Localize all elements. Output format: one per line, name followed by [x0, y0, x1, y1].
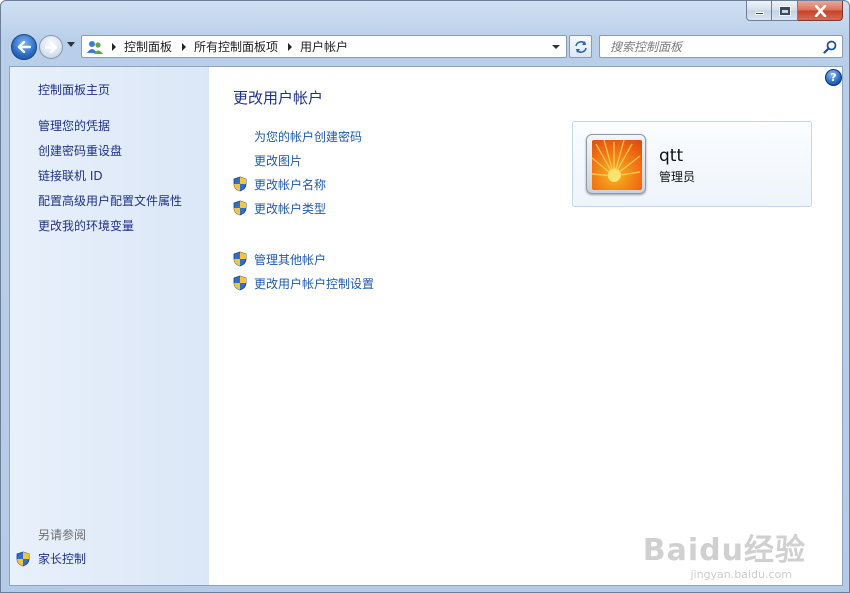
tasks-sidebar: 控制面板主页 管理您的凭据 创建密码重设盘 链接联机 ID 配置高级用户配置文件… [10, 67, 209, 585]
uac-shield-icon [233, 200, 247, 216]
flower-picture-icon [592, 140, 642, 190]
help-button[interactable]: ? [825, 69, 842, 86]
uac-shield-icon [16, 551, 30, 566]
minimize-button[interactable] [746, 1, 772, 21]
back-arrow-icon [17, 41, 31, 53]
refresh-icon [574, 40, 587, 53]
sidebar-link-parental-controls[interactable]: 家长控制 [16, 550, 86, 567]
task-create-password[interactable]: 为您的帐户创建密码 [233, 127, 362, 145]
breadcrumb-separator-icon[interactable] [112, 42, 116, 51]
account-role: 管理员 [659, 170, 696, 184]
watermark-url: jingyan.baidu.com [690, 568, 792, 581]
uac-shield-icon [233, 275, 247, 291]
breadcrumb-control-panel[interactable]: 控制面板 [124, 38, 172, 55]
task-change-account-type-label[interactable]: 更改帐户类型 [254, 200, 326, 217]
task-uac-settings[interactable]: 更改用户帐户控制设置 [233, 274, 374, 292]
maximize-button[interactable] [772, 1, 798, 21]
content-area: 控制面板主页 管理您的凭据 创建密码重设盘 链接联机 ID 配置高级用户配置文件… [9, 66, 843, 586]
task-manage-other-accounts[interactable]: 管理其他帐户 [233, 250, 326, 268]
address-bar[interactable]: 控制面板 所有控制面板项 用户帐户 [81, 35, 567, 58]
sidebar-link-profile-properties[interactable]: 配置高级用户配置文件属性 [38, 192, 182, 209]
user-accounts-icon [86, 39, 104, 55]
search-input[interactable] [610, 37, 820, 56]
sidebar-link-password-reset-disk[interactable]: 创建密码重设盘 [38, 142, 122, 159]
account-card: qtt 管理员 [572, 121, 812, 207]
recent-pages-button[interactable] [66, 42, 76, 52]
parental-controls-label[interactable]: 家长控制 [38, 550, 86, 567]
task-manage-other-accounts-label[interactable]: 管理其他帐户 [254, 251, 326, 268]
navigation-bar: 控制面板 所有控制面板项 用户帐户 [9, 33, 843, 60]
avatar [586, 134, 646, 194]
help-icon: ? [830, 71, 837, 84]
task-change-account-name[interactable]: 更改帐户名称 [233, 175, 326, 193]
sidebar-link-online-id[interactable]: 链接联机 ID [38, 167, 103, 184]
forward-button[interactable] [39, 35, 63, 59]
account-name: qtt [659, 146, 684, 166]
task-uac-settings-label[interactable]: 更改用户帐户控制设置 [254, 275, 374, 292]
baidu-watermark: Baidu经验 [642, 533, 806, 568]
page-title: 更改用户帐户 [233, 89, 324, 107]
main-panel: ? 更改用户帐户 为您的帐户创建密码 更改图片 更改帐户名称 更改帐户类型 管理… [209, 67, 842, 585]
sidebar-link-manage-credentials[interactable]: 管理您的凭据 [38, 117, 110, 134]
uac-shield-icon [233, 251, 247, 267]
minimize-icon [754, 12, 764, 15]
uac-shield-icon [233, 176, 247, 192]
task-change-picture-label[interactable]: 更改图片 [254, 152, 302, 169]
maximize-icon [778, 5, 791, 16]
breadcrumb-user-accounts[interactable]: 用户帐户 [300, 38, 348, 55]
forward-arrow-icon [44, 41, 57, 53]
close-icon [814, 4, 826, 17]
task-change-account-type[interactable]: 更改帐户类型 [233, 199, 326, 217]
back-button[interactable] [11, 34, 37, 60]
breadcrumb-separator-icon[interactable] [288, 42, 293, 51]
sidebar-home-link[interactable]: 控制面板主页 [38, 81, 110, 98]
close-button[interactable] [798, 1, 843, 21]
breadcrumb-separator-icon[interactable] [182, 42, 187, 51]
see-also-heading: 另请参阅 [38, 528, 87, 542]
task-change-account-name-label[interactable]: 更改帐户名称 [254, 176, 326, 193]
search-icon[interactable] [823, 40, 837, 54]
breadcrumb-all-items[interactable]: 所有控制面板项 [194, 38, 278, 55]
sidebar-link-environment-variables[interactable]: 更改我的环境变量 [38, 217, 134, 234]
chevron-down-icon [67, 42, 75, 47]
task-create-password-label[interactable]: 为您的帐户创建密码 [254, 128, 362, 145]
control-panel-window: 控制面板 所有控制面板项 用户帐户 控制面板主页 [0, 0, 850, 593]
refresh-button[interactable] [569, 35, 592, 58]
address-dropdown-icon[interactable] [552, 45, 560, 49]
window-caption-buttons [746, 1, 843, 22]
task-change-picture[interactable]: 更改图片 [233, 151, 302, 169]
search-box[interactable] [599, 35, 843, 58]
